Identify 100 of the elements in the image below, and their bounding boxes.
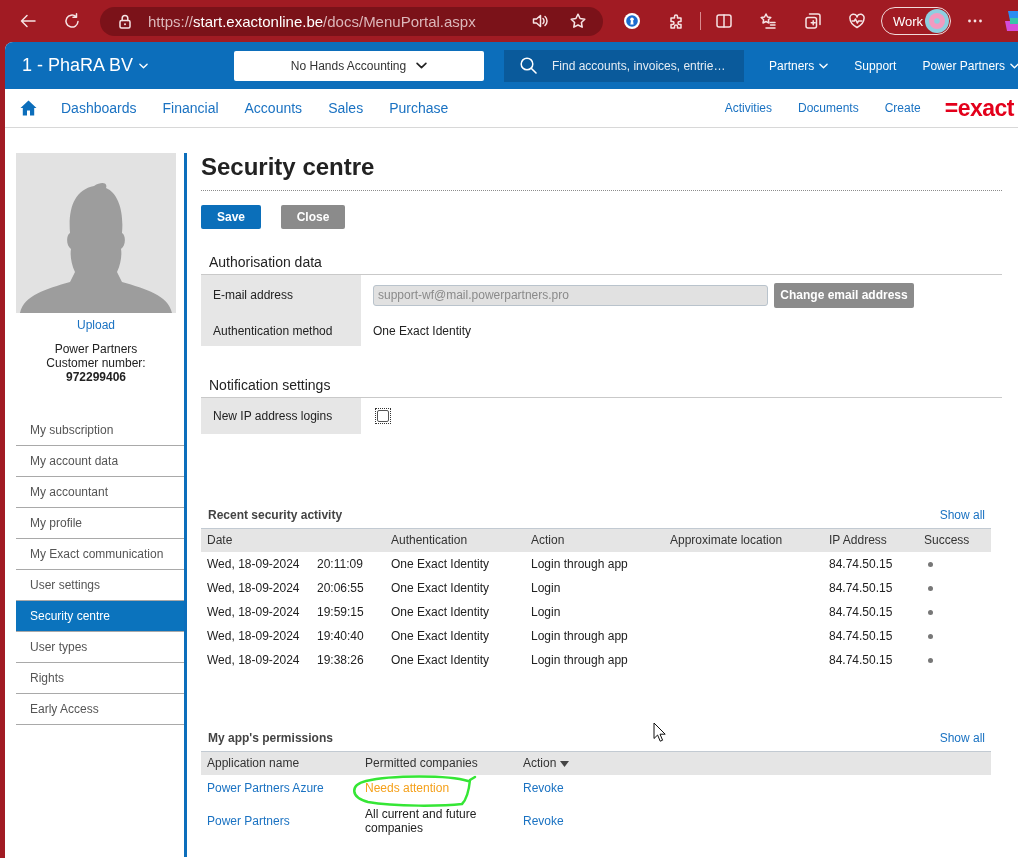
address-bar[interactable]: https://start.exactonline.be/docs/MenuPortal.aspx: [100, 6, 603, 36]
table-cell-text: 20:11:09: [316, 556, 364, 573]
sidebar-item[interactable]: My subscription: [16, 415, 184, 446]
puzzle-icon[interactable]: [669, 13, 685, 29]
table-cell-text: 84.74.50.15: [828, 604, 894, 621]
table-cell: Needs attention: [365, 781, 450, 795]
field-label: Authentication method: [201, 315, 361, 346]
table-cell-text: 84.74.50.15: [828, 628, 894, 645]
nav-link[interactable]: Activities: [724, 101, 772, 115]
split-screen-icon[interactable]: [716, 13, 732, 29]
nav-link[interactable]: Create: [884, 101, 921, 115]
sidebar-item[interactable]: Rights: [16, 663, 184, 694]
sidebar-item[interactable]: User types: [16, 632, 184, 663]
column-header[interactable]: Application name: [201, 752, 359, 775]
table-cell-text: One Exact Identity: [390, 580, 491, 597]
donut-avatar-icon: [925, 9, 949, 33]
show-all-link[interactable]: Show all: [939, 507, 985, 523]
table-cell-text: 19:38:26: [316, 652, 365, 669]
nav-link[interactable]: Financial: [162, 100, 219, 116]
table-cell-text: One Exact Identity: [390, 556, 491, 573]
table-cell-text: Login through app: [530, 652, 629, 669]
header-link[interactable]: Power Partners: [922, 58, 1018, 73]
app-link[interactable]: Power Partners: [207, 814, 290, 828]
checkbox[interactable]: [375, 408, 391, 424]
column-header[interactable]: Permitted companies: [359, 752, 517, 775]
table-cell-text: Wed, 18-09-2024: [206, 556, 301, 573]
table-cell-text: Login through app: [530, 556, 629, 573]
nav-link[interactable]: Purchase: [389, 100, 449, 116]
close-button[interactable]: Close: [281, 205, 345, 229]
company-switcher[interactable]: 1 - PhaRA BV: [22, 55, 149, 76]
speaker-icon[interactable]: [532, 13, 548, 29]
nav-link[interactable]: Documents: [798, 101, 859, 115]
show-all-link[interactable]: Show all: [939, 730, 985, 746]
header-link[interactable]: Support: [854, 58, 897, 73]
customer-number: 972299406: [65, 370, 127, 384]
lock-icon: [119, 13, 131, 29]
table-cell-text: 19:40:40: [316, 628, 365, 645]
star-icon[interactable]: [570, 13, 586, 29]
chevron-down-icon: [139, 62, 149, 69]
exact-logo[interactable]: =exact: [944, 94, 1014, 122]
table-cell-text: All current and future companies: [365, 807, 478, 835]
collection-plus-icon[interactable]: [805, 13, 821, 29]
table-cell-text: Login: [530, 580, 562, 597]
column-header: Approximate location: [664, 529, 823, 552]
upload-link[interactable]: Upload: [77, 318, 115, 332]
nav-link[interactable]: Accounts: [244, 100, 303, 116]
app-link[interactable]: Power Partners Azure: [207, 781, 324, 795]
table-cell-text: Wed, 18-09-2024: [206, 604, 301, 621]
column-header: IP Address: [823, 529, 918, 552]
table-title: My app's permissions: [208, 730, 333, 746]
table-cell-text: One Exact Identity: [390, 604, 491, 621]
search-icon: [520, 56, 537, 74]
header-link[interactable]: Partners: [769, 58, 829, 73]
partial-logo-icon[interactable]: [1005, 10, 1018, 32]
field-label: E-mail address: [201, 275, 361, 315]
table-cell-text: 20:06:55: [316, 580, 365, 597]
column-header: Success: [918, 529, 991, 552]
home-icon[interactable]: [20, 100, 37, 116]
change-email-button[interactable]: Change email address: [774, 282, 914, 308]
column-header[interactable]: Action: [517, 752, 991, 775]
mouse-cursor-icon: [653, 722, 666, 742]
column-header: Authentication: [385, 529, 525, 552]
heart-pulse-icon[interactable]: [849, 13, 865, 29]
save-button[interactable]: Save: [201, 205, 261, 229]
table-cell-text: 84.74.50.15: [828, 580, 894, 597]
table-cell-text: Wed, 18-09-2024: [206, 652, 301, 669]
column-header: Date: [201, 529, 385, 552]
column-header: Action: [525, 529, 664, 552]
sidebar-item[interactable]: My accountant: [16, 477, 184, 508]
field-value: One Exact Identity: [373, 323, 472, 338]
sidebar-item[interactable]: My account data: [16, 446, 184, 477]
keyhole-icon[interactable]: [624, 13, 640, 29]
table-cell-text: One Exact Identity: [390, 628, 491, 645]
nav-link[interactable]: Sales: [328, 100, 364, 116]
sidebar-item[interactable]: Early Access: [16, 694, 184, 725]
table-cell-text: Login: [530, 604, 562, 621]
table-cell-text: One Exact Identity: [390, 652, 491, 669]
user-silhouette-icon: [16, 153, 176, 313]
account-name: Power Partners: [54, 342, 138, 356]
customer-number-label: Customer number:: [46, 356, 146, 370]
nav-link[interactable]: Dashboards: [61, 100, 137, 116]
url-text[interactable]: https://start.exactonline.be/docs/MenuPortal.aspx: [148, 12, 532, 30]
table-cell-text: 19:59:15: [316, 604, 365, 621]
sidebar-item[interactable]: My Exact communication: [16, 539, 184, 570]
revoke-link[interactable]: Revoke: [523, 814, 564, 828]
back-icon[interactable]: [20, 13, 36, 29]
revoke-link[interactable]: Revoke: [523, 781, 564, 795]
table-cell-text: 84.74.50.15: [828, 556, 894, 573]
refresh-icon[interactable]: [64, 13, 80, 29]
sidebar-item[interactable]: My profile: [16, 508, 184, 539]
search-field[interactable]: Find accounts, invoices, entrie…: [504, 49, 744, 82]
table-title: Recent security activity: [208, 507, 343, 523]
field-label: New IP address logins: [201, 398, 361, 434]
division-dropdown[interactable]: No Hands Accounting: [234, 50, 484, 81]
table-cell-text: Wed, 18-09-2024: [206, 580, 301, 597]
page-title: Security centre: [201, 153, 1002, 191]
chevron-down-icon: [416, 62, 428, 69]
table-cell-text: Wed, 18-09-2024: [206, 628, 301, 645]
sidebar-item[interactable]: Security centre: [16, 601, 184, 632]
star-list-icon[interactable]: [760, 13, 776, 29]
